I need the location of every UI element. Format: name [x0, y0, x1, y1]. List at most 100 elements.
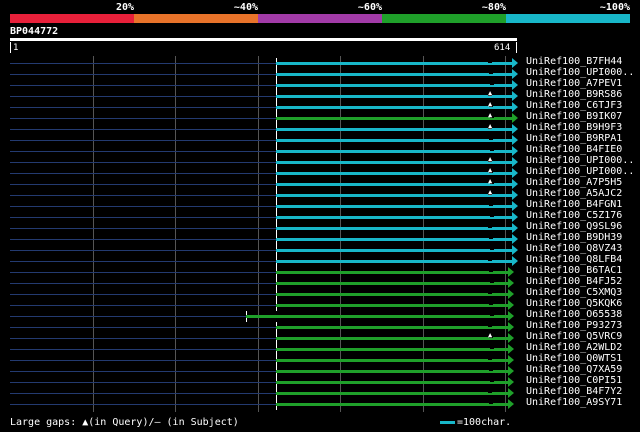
alignment-bar [276, 370, 508, 373]
hit-label[interactable]: UniRef100_Q0WTS1 [526, 353, 622, 364]
gaps-legend: Large gaps: ▲(in Query)/– (in Subject) [10, 417, 239, 428]
subject-gap [490, 314, 494, 316]
alignment-bar [276, 238, 512, 241]
scale-segment [134, 14, 258, 23]
subject-gap [489, 270, 493, 272]
hit-label[interactable]: UniRef100_B4FGN1 [526, 199, 622, 210]
query-gap-icon: ▲ [488, 100, 493, 108]
hit-label[interactable]: UniRef100_A7PEV1 [526, 78, 622, 89]
scale-segment [506, 14, 630, 23]
alignment-bar [276, 392, 508, 395]
alignment-bar [276, 249, 512, 252]
hit-arrow-icon [508, 289, 514, 299]
subject-gap [489, 138, 493, 140]
hit-label[interactable]: UniRef100_P93273 [526, 320, 622, 331]
hit-label[interactable]: UniRef100_Q7XA59 [526, 364, 622, 375]
hit-label[interactable]: UniRef100_C0PI51 [526, 375, 622, 386]
hit-arrow-icon [508, 322, 514, 332]
subject-gap [489, 402, 493, 404]
hit-label[interactable]: UniRef100_B7FH44 [526, 56, 622, 67]
length-legend: =100char. [440, 417, 511, 428]
hit-label[interactable]: UniRef100_UPI000.. [526, 166, 634, 177]
unaligned-region [10, 272, 276, 273]
subject-gap [489, 204, 493, 206]
unaligned-region [10, 63, 276, 64]
subject-gap [490, 281, 494, 283]
unaligned-region [10, 74, 276, 75]
hit-label[interactable]: UniRef100_B9DH39 [526, 232, 622, 243]
scale-label: ~40% [233, 2, 258, 13]
hit-label[interactable]: UniRef100_A7P5H5 [526, 177, 622, 188]
alignment-bar [276, 117, 512, 120]
alignment-bar [276, 348, 508, 351]
unaligned-region [10, 338, 276, 339]
subject-gap [489, 72, 493, 74]
query-end-tick [516, 42, 517, 53]
hit-label[interactable]: UniRef100_Q8LFB4 [526, 254, 622, 265]
hit-arrow-icon [512, 113, 518, 123]
scale-label: ~60% [357, 2, 382, 13]
hit-label[interactable]: UniRef100_A9SY71 [526, 397, 622, 408]
hit-label[interactable]: UniRef100_B9IK07 [526, 111, 622, 122]
hit-arrow-icon [512, 146, 518, 156]
unaligned-region [10, 360, 276, 361]
alignment-bar [276, 172, 512, 175]
hit-label[interactable]: UniRef100_C5XMQ3 [526, 287, 622, 298]
unaligned-region [10, 118, 276, 119]
subject-gap [488, 259, 492, 261]
query-gap-icon: ▲ [488, 188, 493, 196]
scale-label: 20% [115, 2, 134, 13]
alignment-bar [276, 139, 512, 142]
hit-label[interactable]: UniRef100_O65538 [526, 309, 622, 320]
subject-gap [488, 292, 492, 294]
hit-label[interactable]: UniRef100_Q9SL96 [526, 221, 622, 232]
unaligned-region [10, 129, 276, 130]
subject-gap [489, 369, 493, 371]
hit-arrow-icon [512, 168, 518, 178]
hit-label[interactable]: UniRef100_B6TAC1 [526, 265, 622, 276]
hit-label[interactable]: UniRef100_B4FIE0 [526, 144, 622, 155]
unaligned-region [10, 327, 276, 328]
hit-row[interactable]: UniRef100_A9SY71 [0, 397, 640, 410]
hit-arrow-icon [508, 366, 514, 376]
length-legend-text: =100char. [457, 417, 512, 428]
query-start: 1 [13, 43, 19, 53]
subject-gap [488, 61, 492, 63]
alignment-bar [276, 381, 508, 384]
unaligned-region [10, 283, 276, 284]
hit-arrow-icon [512, 223, 518, 233]
unaligned-region [10, 96, 276, 97]
hit-label[interactable]: UniRef100_UPI000.. [526, 155, 634, 166]
subject-gap [490, 215, 494, 217]
hit-label[interactable]: UniRef100_C6TJF3 [526, 100, 622, 111]
length-swatch [440, 420, 455, 424]
alignment-bar [276, 227, 512, 230]
alignment-bar [276, 282, 508, 285]
unaligned-region [10, 151, 276, 152]
hit-label[interactable]: UniRef100_UPI000.. [526, 67, 634, 78]
unaligned-region [10, 316, 246, 317]
hit-label[interactable]: UniRef100_Q5KQK6 [526, 298, 622, 309]
alignment-bar [276, 304, 508, 307]
hit-label[interactable]: UniRef100_B4F7Y2 [526, 386, 622, 397]
subject-gap [490, 248, 494, 250]
hit-label[interactable]: UniRef100_Q8VZ43 [526, 243, 622, 254]
hit-label[interactable]: UniRef100_A5AJC2 [526, 188, 622, 199]
alignment-bar [276, 150, 512, 153]
hit-arrow-icon [512, 124, 518, 134]
hit-arrow-icon [512, 157, 518, 167]
query-end: 614 [494, 43, 511, 53]
hit-label[interactable]: UniRef100_Q5VRC9 [526, 331, 622, 342]
hit-arrow-icon [512, 245, 518, 255]
hit-arrow-icon [508, 333, 514, 343]
alignment-bar [276, 205, 512, 208]
hit-label[interactable]: UniRef100_B9RS86 [526, 89, 622, 100]
unaligned-region [10, 294, 276, 295]
hit-label[interactable]: UniRef100_B9RPA1 [526, 133, 622, 144]
hit-label[interactable]: UniRef100_C5Z176 [526, 210, 622, 221]
subject-gap [489, 303, 493, 305]
hit-label[interactable]: UniRef100_B9H9F3 [526, 122, 622, 133]
hit-label[interactable]: UniRef100_A2WLD2 [526, 342, 622, 353]
alignment-bar [276, 359, 508, 362]
hit-label[interactable]: UniRef100_B4FJ52 [526, 276, 622, 287]
